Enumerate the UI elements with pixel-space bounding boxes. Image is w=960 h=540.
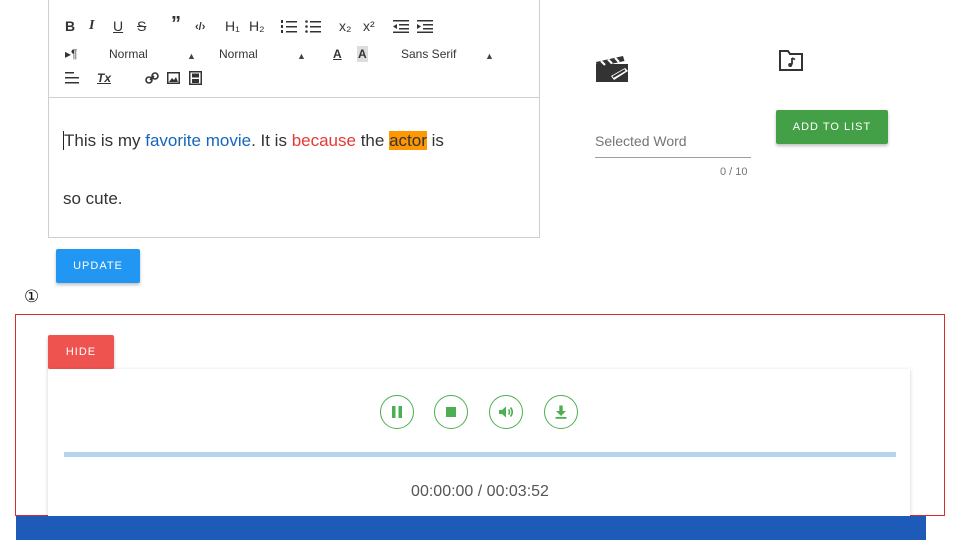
stop-button[interactable] (434, 395, 468, 429)
pause-icon (392, 406, 402, 418)
ordered-list-icon[interactable] (281, 20, 297, 33)
strikethrough-button[interactable]: S (137, 18, 146, 34)
code-block-button[interactable]: ‹/› (195, 19, 205, 35)
editor-line: so cute. (63, 189, 123, 209)
music-folder-icon[interactable] (779, 49, 803, 71)
font-select-value: Sans Serif (401, 47, 457, 61)
text-color-icon[interactable]: A (333, 46, 342, 62)
indent-icon[interactable] (417, 20, 433, 33)
volume-icon (499, 406, 514, 418)
playback-time: 00:00:00 / 00:03:52 (411, 483, 549, 500)
pause-button[interactable] (380, 395, 414, 429)
size-select-arrow-icon: ▲︎ (187, 51, 196, 61)
selected-word-field[interactable]: Selected Word (595, 133, 687, 149)
font-select-arrow-icon: ▲︎ (485, 51, 494, 61)
rich-text-editor: B I U S ” ‹/› H₁ H₂ x₂ x² ▸¶ Normal ▲︎ N… (48, 0, 540, 238)
header-select-value: Normal (219, 47, 258, 61)
download-button[interactable] (544, 395, 578, 429)
clear-format-button[interactable]: Tx (97, 70, 111, 86)
underline-button[interactable]: U (113, 18, 123, 34)
size-select-value: Normal (109, 47, 148, 61)
video-icon[interactable] (189, 71, 202, 85)
font-select[interactable]: Sans Serif (401, 46, 456, 62)
annotation-marker: ① (24, 287, 40, 306)
download-icon (555, 405, 567, 419)
blockquote-button[interactable]: ” (171, 14, 181, 34)
selected-word-underline (595, 157, 751, 158)
header-select[interactable]: Normal (219, 46, 258, 62)
hide-button[interactable]: HIDE (48, 335, 114, 369)
selected-word-label: Selected Word (595, 133, 687, 149)
superscript-button[interactable]: x² (363, 18, 375, 34)
text-segment-blue: favorite movie (145, 131, 252, 150)
background-color-icon[interactable]: A (357, 46, 368, 62)
editor-toolbar: B I U S ” ‹/› H₁ H₂ x₂ x² ▸¶ Normal ▲︎ N… (49, 0, 539, 98)
progress-track[interactable] (64, 452, 896, 457)
add-to-list-button[interactable]: ADD TO LIST (776, 110, 888, 144)
update-button[interactable]: UPDATE (56, 249, 140, 283)
text-segment: so cute. (63, 189, 123, 208)
bottom-bar (16, 516, 926, 540)
bold-button[interactable]: B (65, 18, 75, 34)
bullet-list-icon[interactable] (305, 20, 321, 33)
text-segment: This is my (64, 131, 146, 150)
align-icon[interactable] (65, 72, 79, 84)
subscript-button[interactable]: x₂ (339, 18, 351, 34)
image-icon[interactable] (167, 72, 180, 84)
stop-icon (446, 407, 456, 417)
volume-button[interactable] (489, 395, 523, 429)
text-segment: . It is (251, 131, 292, 150)
character-counter: 0 / 10 (720, 166, 748, 178)
text-segment: the (355, 131, 390, 150)
text-direction-button[interactable]: ▸¶ (65, 46, 77, 62)
editor-line: This is my favorite movie. It is because… (63, 131, 444, 151)
size-select[interactable]: Normal (109, 46, 148, 62)
header-1-button[interactable]: H₁ (225, 18, 240, 34)
text-segment-red: because (291, 131, 356, 150)
outdent-icon[interactable] (393, 20, 409, 33)
header-select-arrow-icon: ▲︎ (297, 51, 306, 61)
text-segment: is (426, 131, 444, 150)
italic-button[interactable]: I (89, 18, 94, 34)
text-segment-highlighted: actor (389, 131, 427, 150)
movie-clapper-icon (596, 56, 628, 82)
link-icon[interactable] (145, 71, 159, 85)
header-2-button[interactable]: H₂ (249, 18, 265, 34)
